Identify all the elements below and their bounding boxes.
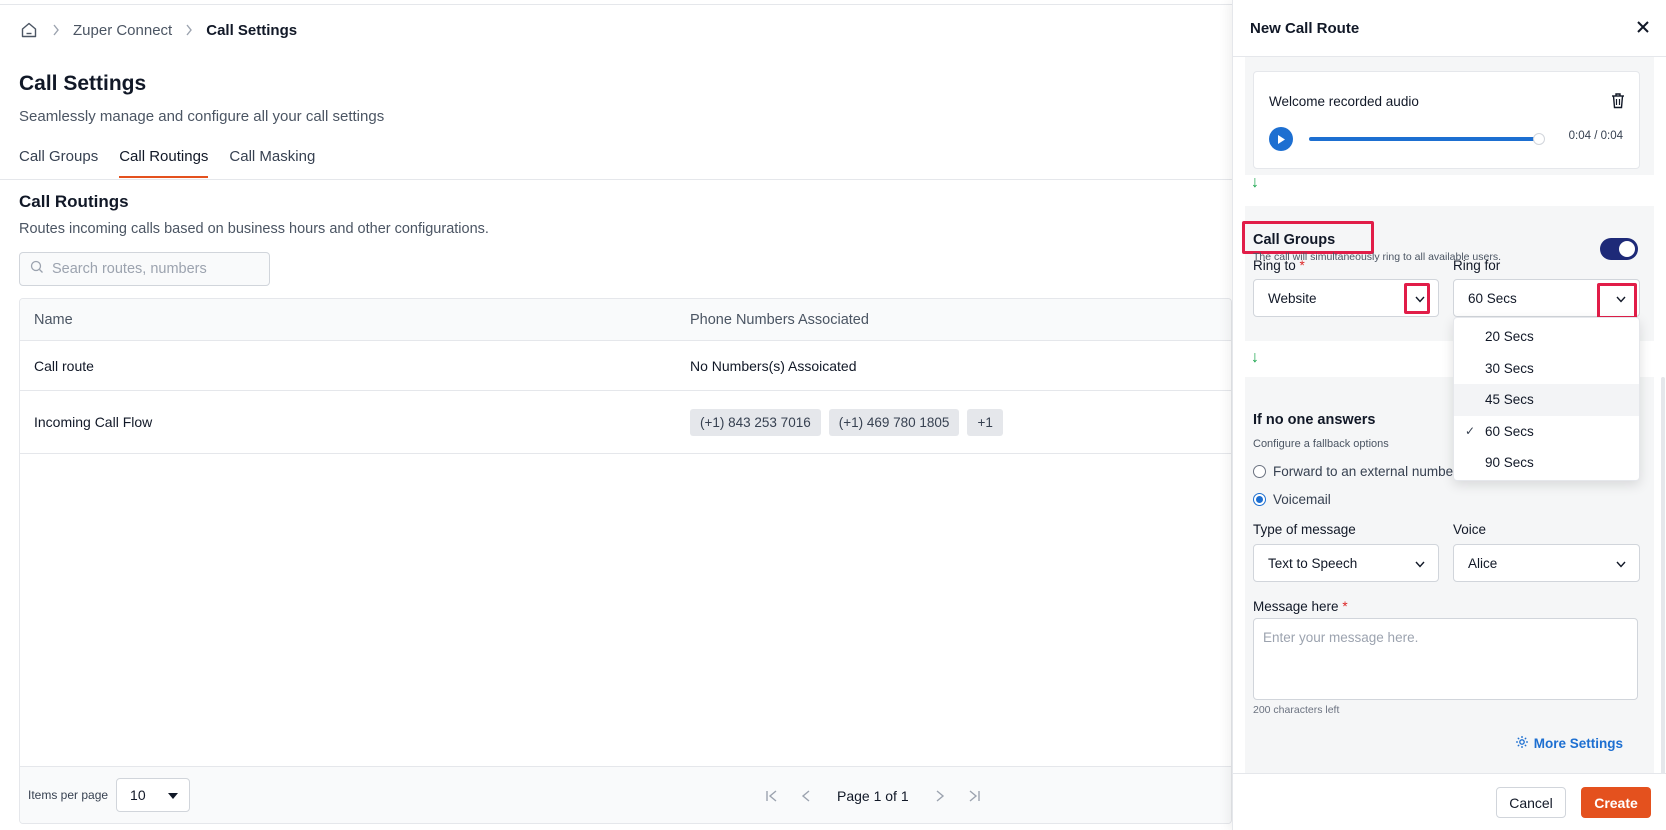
items-per-page-value: 10 — [130, 787, 146, 803]
breadcrumb-item-call-settings: Call Settings — [206, 21, 298, 39]
breadcrumb-item-zuper-connect[interactable]: Zuper Connect — [73, 22, 172, 39]
ring-for-option[interactable]: 90 Secs — [1454, 447, 1639, 479]
table-footer: Items per page 10 Page 1 of 1 — [20, 766, 1231, 823]
ring-to-caret-highlight — [1404, 283, 1430, 314]
chevron-down-icon — [1616, 556, 1626, 571]
home-icon[interactable] — [19, 20, 39, 40]
message-label: Message here * — [1253, 599, 1348, 614]
ring-for-option[interactable]: 45 Secs — [1454, 384, 1639, 416]
audio-progress-track[interactable] — [1309, 137, 1536, 141]
table-header: Name Phone Numbers Associated — [20, 299, 1231, 341]
more-settings-link[interactable]: More Settings — [1515, 735, 1623, 752]
chevron-right-icon — [172, 24, 206, 36]
search-input[interactable] — [52, 261, 252, 277]
ring-to-value: Website — [1268, 290, 1317, 306]
tabs: Call Groups Call Routings Call Masking — [19, 148, 315, 178]
items-per-page-label: Items per page — [28, 788, 109, 802]
call-groups-title: Call Groups — [1253, 232, 1336, 248]
ring-for-label: Ring for — [1453, 258, 1501, 273]
create-button[interactable]: Create — [1581, 787, 1651, 818]
drawer-title: New Call Route — [1250, 19, 1360, 37]
section-title: Call Routings — [19, 192, 129, 211]
type-of-message-select[interactable]: Text to Speech — [1253, 544, 1439, 582]
voice-value: Alice — [1468, 555, 1498, 571]
drawer-scrollbar[interactable] — [1661, 377, 1665, 773]
row-name: Call route — [34, 357, 94, 374]
drawer-body[interactable]: Welcome recorded audio 0:04 / 0:04 ↓ Cal… — [1233, 57, 1666, 773]
close-icon[interactable] — [1636, 18, 1650, 38]
call-groups-toggle[interactable] — [1600, 238, 1638, 260]
table-row[interactable]: Call route No Numbers(s) Assoicated — [20, 341, 1231, 391]
next-page-icon[interactable] — [923, 789, 957, 803]
breadcrumb: Zuper Connect Call Settings — [19, 20, 297, 40]
more-settings-label: More Settings — [1533, 736, 1623, 751]
page-indicator: Page 1 of 1 — [837, 787, 909, 804]
no-answer-description: Configure a fallback options — [1253, 438, 1389, 450]
table-row[interactable]: Incoming Call Flow (+1) 843 253 7016 (+1)… — [20, 391, 1231, 454]
previous-page-icon[interactable] — [789, 789, 823, 803]
new-call-route-drawer: New Call Route Welcome recorded audio 0:… — [1232, 0, 1666, 830]
voice-select[interactable]: Alice — [1453, 544, 1640, 582]
row-phone-text: No Numbers(s) Assoicated — [690, 357, 857, 374]
pagination: Page 1 of 1 — [755, 767, 991, 823]
page-subtitle: Seamlessly manage and configure all your… — [19, 108, 385, 125]
column-header-name[interactable]: Name — [20, 312, 690, 328]
message-textarea[interactable] — [1253, 618, 1638, 700]
arrow-down-icon: ↓ — [1251, 174, 1259, 191]
row-phone-chips: (+1) 843 253 7016 (+1) 469 780 1805 +1 — [690, 408, 1231, 436]
ring-to-label: Ring to * — [1253, 258, 1305, 273]
radio-label: Voicemail — [1273, 492, 1331, 507]
characters-left: 200 characters left — [1253, 704, 1340, 716]
type-of-message-label: Type of message — [1253, 522, 1356, 537]
caret-down-icon — [167, 787, 179, 803]
ring-for-dropdown: 20 Secs 30 Secs 45 Secs ✓ 60 Secs 90 Secs — [1453, 317, 1640, 481]
items-per-page-select[interactable]: 10 — [116, 778, 191, 812]
phone-chip: (+1) 469 780 1805 — [828, 408, 960, 436]
chevron-right-icon — [39, 24, 73, 36]
column-header-phone-numbers[interactable]: Phone Numbers Associated — [690, 312, 1231, 328]
phone-chip: (+1) 843 253 7016 — [690, 408, 821, 436]
radio-button[interactable] — [1253, 465, 1266, 478]
voice-label: Voice — [1453, 522, 1487, 537]
ring-for-caret-highlight — [1597, 283, 1637, 319]
routes-table: Name Phone Numbers Associated Call route… — [19, 298, 1232, 824]
radio-label: Forward to an external number — [1273, 464, 1458, 479]
voicemail-option[interactable]: Voicemail — [1253, 492, 1331, 507]
audio-card: Welcome recorded audio 0:04 / 0:04 — [1253, 71, 1640, 169]
drawer-header: New Call Route — [1233, 0, 1666, 57]
ring-for-option[interactable]: 20 Secs — [1454, 321, 1639, 353]
type-of-message-value: Text to Speech — [1268, 555, 1358, 571]
ring-for-option[interactable]: 30 Secs — [1454, 353, 1639, 385]
arrow-down-icon: ↓ — [1251, 349, 1259, 366]
forward-external-option[interactable]: Forward to an external number — [1253, 464, 1458, 479]
more-numbers-chip[interactable]: +1 — [967, 408, 1003, 436]
chevron-down-icon — [1415, 556, 1425, 571]
search-box — [19, 252, 270, 286]
last-page-icon[interactable] — [957, 789, 991, 803]
page-title: Call Settings — [19, 72, 147, 95]
tabs-divider — [0, 179, 1232, 180]
tab-call-groups[interactable]: Call Groups — [19, 148, 98, 178]
audio-time: 0:04 / 0:04 — [1568, 130, 1623, 142]
radio-button[interactable] — [1253, 493, 1266, 506]
ring-for-value: 60 Secs — [1468, 290, 1517, 306]
ring-for-option-selected[interactable]: ✓ 60 Secs — [1454, 416, 1639, 448]
check-icon: ✓ — [1465, 424, 1476, 439]
first-page-icon[interactable] — [755, 789, 789, 803]
no-answer-title: If no one answers — [1253, 412, 1376, 428]
play-icon[interactable] — [1269, 127, 1293, 151]
audio-progress-handle[interactable] — [1533, 133, 1545, 145]
row-name: Incoming Call Flow — [34, 414, 153, 430]
cancel-button[interactable]: Cancel — [1496, 787, 1566, 818]
tab-call-masking[interactable]: Call Masking — [229, 148, 315, 178]
trash-icon[interactable] — [1610, 92, 1626, 114]
audio-title: Welcome recorded audio — [1269, 94, 1419, 109]
section-description: Routes incoming calls based on business … — [19, 221, 489, 237]
tab-call-routings[interactable]: Call Routings — [119, 148, 209, 178]
gear-icon — [1515, 735, 1529, 752]
search-icon — [30, 260, 44, 279]
drawer-footer: Cancel Create — [1233, 773, 1666, 830]
